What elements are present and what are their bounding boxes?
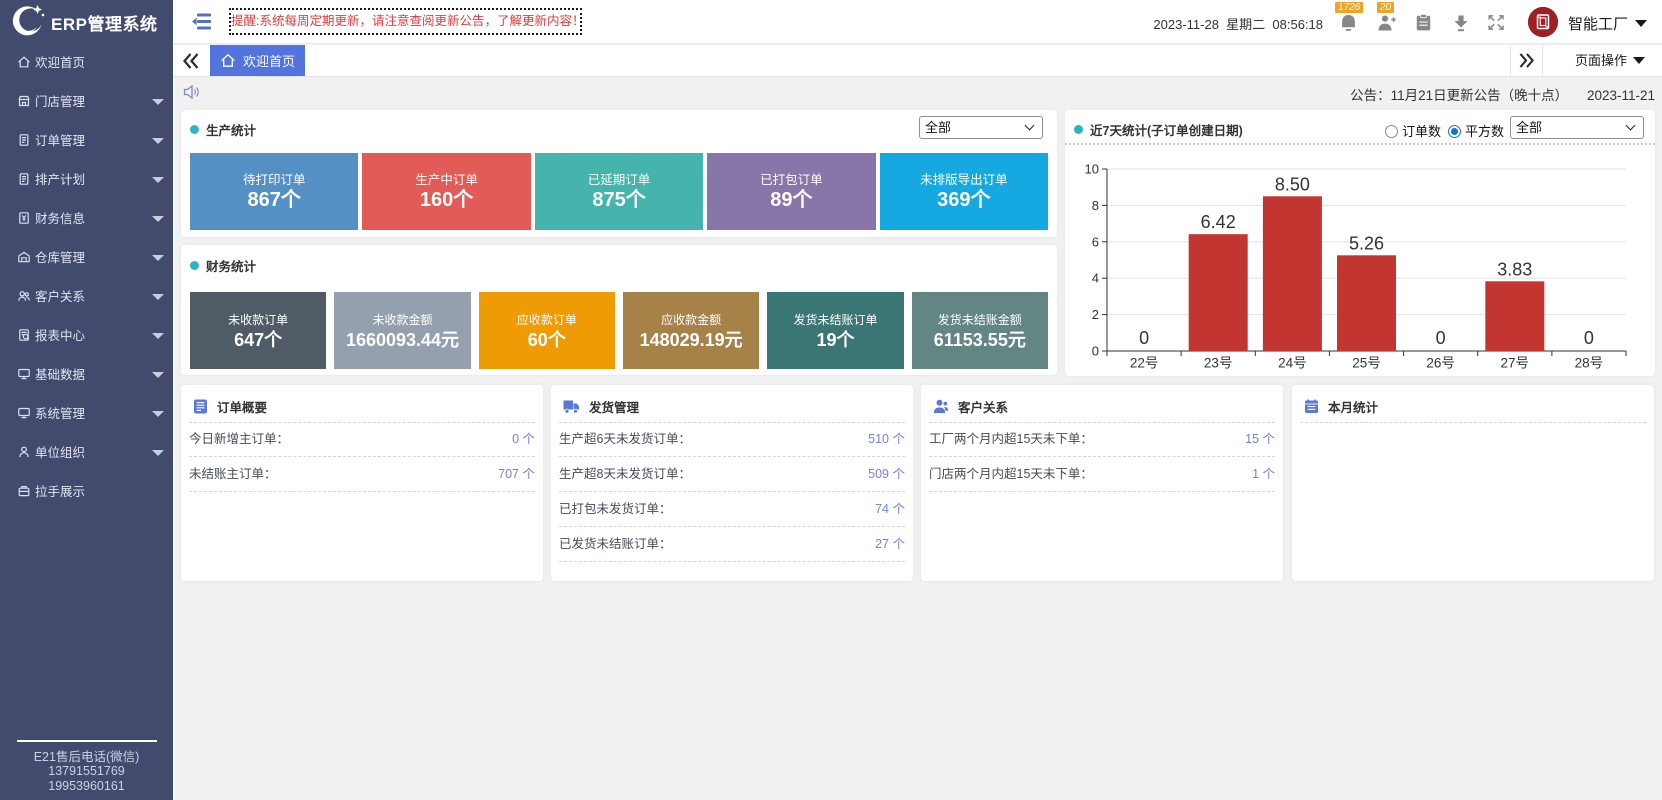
svg-text:0: 0 xyxy=(1092,344,1099,359)
svg-text:24号: 24号 xyxy=(1278,356,1307,371)
svg-text:0: 0 xyxy=(1139,328,1149,348)
svg-text:0: 0 xyxy=(1584,328,1594,348)
svg-text:3.83: 3.83 xyxy=(1497,259,1532,279)
svg-text:8.50: 8.50 xyxy=(1275,174,1310,194)
svg-text:25号: 25号 xyxy=(1352,356,1381,371)
svg-text:0: 0 xyxy=(1436,328,1446,348)
svg-text:28号: 28号 xyxy=(1575,356,1604,371)
svg-text:22号: 22号 xyxy=(1130,356,1159,371)
svg-text:4: 4 xyxy=(1092,271,1099,286)
svg-text:27号: 27号 xyxy=(1501,356,1530,371)
svg-text:6.42: 6.42 xyxy=(1201,212,1236,232)
svg-text:2: 2 xyxy=(1092,307,1099,322)
svg-text:23号: 23号 xyxy=(1204,356,1233,371)
svg-text:5.26: 5.26 xyxy=(1349,233,1384,253)
svg-text:10: 10 xyxy=(1085,162,1099,177)
svg-text:26号: 26号 xyxy=(1426,356,1455,371)
svg-text:6: 6 xyxy=(1092,234,1099,249)
svg-text:8: 8 xyxy=(1092,198,1099,213)
